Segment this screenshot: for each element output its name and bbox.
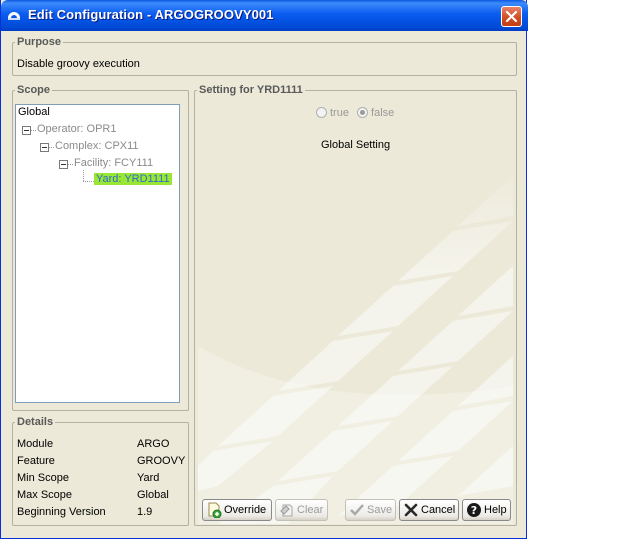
tree-node-facility[interactable]: Facility: FCY111 [74, 157, 153, 169]
scope-tree[interactable]: Global Operator: OPR1 Complex: CPX11 Fac… [15, 104, 180, 403]
cancel-x-icon [404, 503, 418, 517]
detail-value: 1.9 [137, 506, 153, 518]
save-button[interactable]: Save [345, 499, 396, 521]
override-icon [208, 502, 222, 518]
detail-value: Global [137, 489, 169, 501]
checkmark-icon [350, 504, 364, 516]
dialog-content: Purpose Disable groovy execution Scope G… [5, 31, 524, 535]
detail-value: GROOVY [137, 455, 186, 467]
detail-value: ARGO [137, 438, 170, 450]
setting-status: Global Setting [321, 139, 391, 151]
clear-button[interactable]: Clear [275, 499, 328, 521]
tree-connector [83, 181, 94, 182]
purpose-text: Disable groovy execution [17, 58, 140, 70]
radio-true-label: true [330, 107, 349, 119]
clear-icon [280, 504, 293, 517]
svg-text:?: ? [471, 504, 477, 517]
title-bar[interactable]: Edit Configuration - ARGOGROOVY001 [1, 0, 528, 31]
collapse-icon[interactable] [59, 160, 68, 169]
details-legend: Details [17, 416, 54, 428]
value-radio-group: true false [316, 107, 394, 119]
scope-legend: Scope [17, 84, 51, 96]
tree-connector [83, 170, 84, 181]
override-label: Override [224, 504, 267, 516]
background-graphic [198, 156, 513, 524]
tree-connector [31, 130, 36, 131]
close-icon [505, 10, 518, 23]
help-button[interactable]: ? Help [462, 499, 511, 521]
radio-false-label: false [371, 107, 395, 119]
detail-label: Min Scope [17, 472, 69, 484]
tree-node-yard[interactable]: Yard: YRD1111 [94, 173, 172, 185]
tree-connector [49, 147, 54, 148]
tree-node-operator[interactable]: Operator: OPR1 [37, 123, 116, 135]
tree-connector [68, 164, 73, 165]
cancel-button[interactable]: Cancel [399, 499, 459, 521]
window-title: Edit Configuration - ARGOGROOVY001 [28, 7, 274, 22]
purpose-legend: Purpose [17, 36, 62, 48]
setting-legend: Setting for YRD1111 [199, 84, 303, 96]
detail-label: Beginning Version [17, 506, 106, 518]
edit-configuration-dialog: Edit Configuration - ARGOGROOVY001 Purpo… [0, 0, 528, 539]
purpose-group: Purpose [12, 36, 517, 76]
detail-label: Module [17, 438, 54, 450]
radio-true[interactable]: true [316, 107, 349, 119]
clear-label: Clear [297, 504, 324, 516]
detail-label: Feature [17, 455, 55, 467]
detail-value: Yard [137, 472, 160, 484]
cancel-label: Cancel [421, 504, 456, 516]
collapse-icon[interactable] [22, 126, 31, 135]
tree-node-global[interactable]: Global [18, 106, 50, 118]
radio-button-icon [316, 107, 327, 118]
override-button[interactable]: Override [202, 499, 272, 521]
radio-button-icon [357, 107, 369, 118]
collapse-icon[interactable] [40, 143, 49, 152]
tree-node-complex[interactable]: Complex: CPX11 [55, 140, 139, 152]
app-icon [8, 12, 20, 20]
save-label: Save [367, 504, 393, 516]
radio-false[interactable]: false [357, 107, 394, 119]
detail-label: Max Scope [17, 489, 73, 501]
help-icon: ? [467, 503, 481, 517]
close-button[interactable] [501, 6, 522, 27]
help-label: Help [484, 504, 507, 516]
